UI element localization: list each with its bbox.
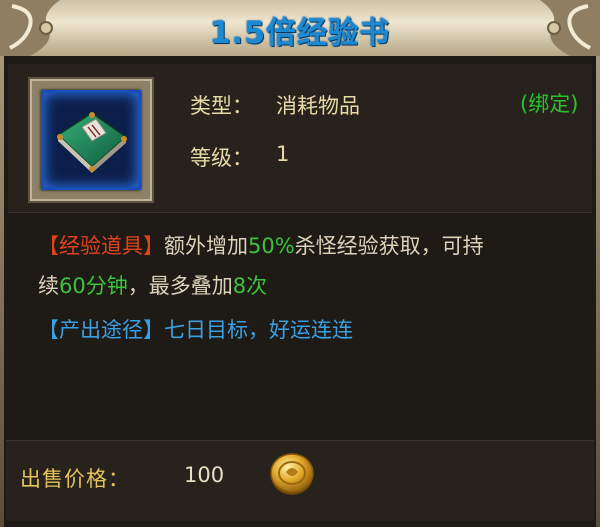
description-text-2: 杀怪经验获取，可持 (294, 234, 484, 258)
green-book-icon (56, 112, 128, 173)
item-source-line: 【产出途径】七日目标，好运连连 (38, 310, 578, 350)
gold-coin-icon (270, 453, 314, 495)
sell-price-bar: 出售价格： 100 (6, 440, 594, 521)
description-text-4: ，最多叠加 (127, 274, 233, 298)
description-stack: 8次 (232, 274, 268, 298)
item-info-box: 类型： 消耗物品 (绑定) 等级： 1 (8, 64, 592, 213)
border-right (596, 56, 600, 527)
item-level-value: 1 (276, 142, 290, 166)
item-title: 1.5倍经验书 (209, 16, 391, 51)
description-tag: 【经验道具】 (38, 234, 164, 258)
item-level-label: 等级： (190, 146, 253, 170)
sell-price-label: 出售价格： (20, 467, 130, 491)
item-icon-slot (41, 90, 141, 190)
item-type-value: 消耗物品 (276, 94, 360, 118)
sell-price-value: 100 (184, 463, 225, 487)
item-type-label: 类型： (190, 94, 253, 118)
description-duration: 60分钟 (59, 274, 128, 298)
description-percent: 50% (248, 234, 295, 258)
description-text-3: 续 (38, 274, 59, 298)
item-tooltip-panel: 1.5倍经验书 类型： 消耗物品 (绑定) 等级： 1 【经验道具】额外增加50… (0, 0, 600, 527)
border-left (0, 56, 4, 527)
source-text: 七日目标，好运连连 (164, 318, 353, 342)
title-bar: 1.5倍经验书 (0, 0, 600, 56)
item-icon-frame (28, 77, 154, 203)
item-description: 【经验道具】额外增加50%杀怪经验获取，可持续60分钟，最多叠加8次 (38, 226, 578, 306)
source-tag: 【产出途径】 (38, 318, 164, 342)
bind-status-badge: (绑定) (520, 92, 579, 116)
description-text-1: 额外增加 (164, 234, 248, 258)
